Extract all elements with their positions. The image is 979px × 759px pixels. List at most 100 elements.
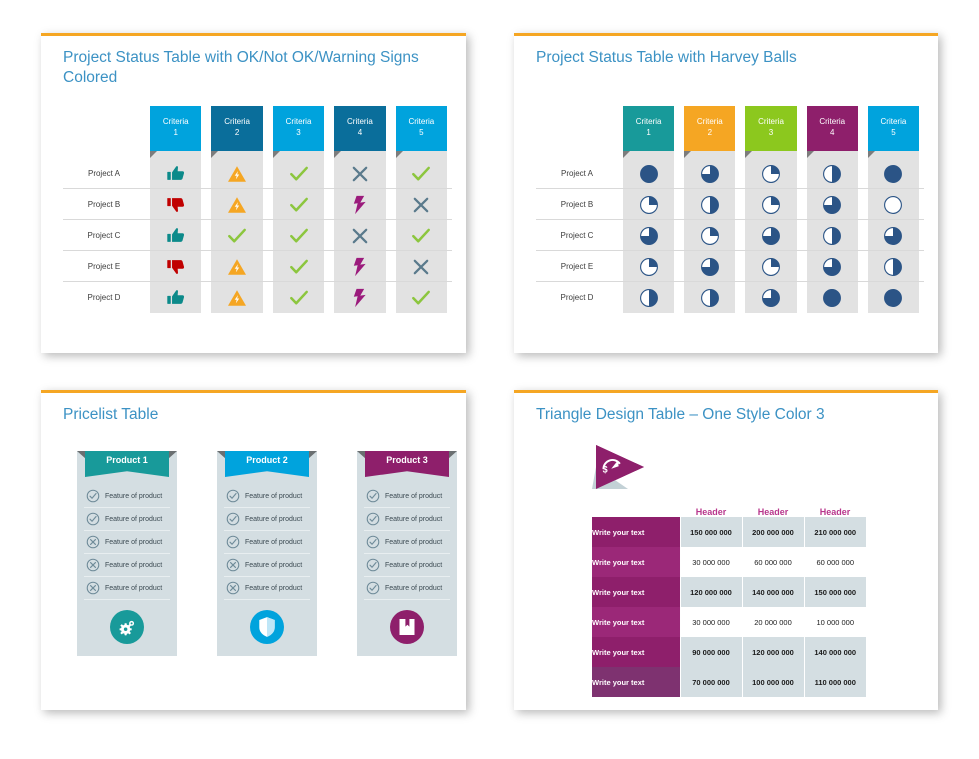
table-row[interactable]: Write your text 70 000 000 100 000 000 110 …: [592, 667, 866, 697]
table-cell[interactable]: [807, 220, 858, 251]
table-cell[interactable]: [334, 282, 385, 313]
data-cell[interactable]: 120 000 000: [741, 637, 804, 667]
data-cell[interactable]: 30 000 000: [679, 607, 742, 637]
table-cell[interactable]: [745, 251, 796, 282]
table-cell[interactable]: [684, 251, 735, 282]
table-row[interactable]: Write your text 30 000 000 20 000 000 10 00…: [592, 607, 866, 637]
criteria-header-3[interactable]: Criteria 3: [272, 106, 325, 158]
product-card[interactable]: Product 2 Feature of product Feature of …: [217, 451, 317, 656]
data-cell[interactable]: 140 000 000: [803, 637, 866, 667]
list-item[interactable]: Feature of product: [84, 554, 170, 577]
table-cell[interactable]: [868, 158, 919, 189]
product-card[interactable]: Product 1 Feature of product Feature of …: [77, 451, 177, 656]
table-row[interactable]: Write your text 150 000 000 200 000 000 210…: [592, 517, 866, 547]
list-item[interactable]: Feature of product: [364, 577, 450, 600]
table-cell[interactable]: [807, 251, 858, 282]
table-cell[interactable]: [684, 158, 735, 189]
table-cell[interactable]: [150, 282, 201, 313]
list-item[interactable]: Feature of product: [224, 577, 310, 600]
data-cell[interactable]: 110 000 000: [803, 667, 866, 697]
row-label-cell[interactable]: Write your text: [592, 517, 680, 547]
list-item[interactable]: Feature of product: [84, 531, 170, 554]
table-cell[interactable]: [211, 158, 262, 189]
list-item[interactable]: Feature of product: [364, 508, 450, 531]
row-label-cell[interactable]: Write your text: [592, 637, 680, 667]
table-cell[interactable]: [334, 158, 385, 189]
table-cell[interactable]: [684, 282, 735, 313]
table-cell[interactable]: [745, 189, 796, 220]
table-cell[interactable]: [211, 220, 262, 251]
list-item[interactable]: Feature of product: [84, 485, 170, 508]
criteria-header-5[interactable]: Criteria 5: [395, 106, 448, 158]
criteria-header-2[interactable]: Criteria 2: [211, 106, 263, 158]
product-card[interactable]: Product 3 Feature of product Feature of …: [357, 451, 457, 656]
list-item[interactable]: Feature of product: [364, 531, 450, 554]
data-cell[interactable]: 60 000 000: [741, 547, 804, 577]
table-cell[interactable]: [396, 282, 447, 313]
table-cell[interactable]: [623, 189, 674, 220]
list-item[interactable]: Feature of product: [224, 554, 310, 577]
table-cell[interactable]: [334, 220, 385, 251]
row-label-cell[interactable]: Write your text: [592, 607, 680, 637]
criteria-header-4[interactable]: Criteria 4: [806, 106, 858, 158]
data-cell[interactable]: 60 000 000: [803, 547, 866, 577]
list-item[interactable]: Feature of product: [364, 554, 450, 577]
table-cell[interactable]: [273, 220, 324, 251]
table-cell[interactable]: [623, 220, 674, 251]
table-cell[interactable]: [868, 189, 919, 220]
table-cell[interactable]: [623, 158, 674, 189]
row-label-cell[interactable]: Write your text: [592, 667, 680, 697]
table-cell[interactable]: [868, 251, 919, 282]
data-cell[interactable]: 210 000 000: [803, 517, 866, 547]
list-item[interactable]: Feature of product: [224, 508, 310, 531]
data-cell[interactable]: 30 000 000: [679, 547, 742, 577]
table-cell[interactable]: [868, 220, 919, 251]
criteria-header-1[interactable]: Criteria 1: [150, 106, 202, 158]
table-cell[interactable]: [684, 220, 735, 251]
table-row[interactable]: Write your text 120 000 000 140 000 000 150…: [592, 577, 866, 607]
criteria-header-5[interactable]: Criteria 5: [867, 106, 920, 158]
table-cell[interactable]: [211, 251, 262, 282]
row-label-cell[interactable]: Write your text: [592, 577, 680, 607]
data-cell[interactable]: 20 000 000: [741, 607, 804, 637]
table-cell[interactable]: [807, 158, 858, 189]
table-cell[interactable]: [150, 189, 201, 220]
row-label-cell[interactable]: Write your text: [592, 547, 680, 577]
data-cell[interactable]: 150 000 000: [679, 517, 742, 547]
product-badge[interactable]: [110, 610, 144, 644]
product-badge[interactable]: [390, 610, 424, 644]
table-cell[interactable]: [623, 251, 674, 282]
table-cell[interactable]: [150, 158, 201, 189]
table-row[interactable]: Write your text 90 000 000 120 000 000 140 …: [592, 637, 866, 667]
criteria-header-4[interactable]: Criteria 4: [334, 106, 386, 158]
list-item[interactable]: Feature of product: [224, 485, 310, 508]
data-cell[interactable]: 200 000 000: [741, 517, 804, 547]
data-cell[interactable]: 70 000 000: [679, 667, 742, 697]
data-cell[interactable]: 140 000 000: [741, 577, 804, 607]
table-cell[interactable]: [211, 189, 262, 220]
table-cell[interactable]: [150, 251, 201, 282]
data-cell[interactable]: 10 000 000: [803, 607, 866, 637]
table-cell[interactable]: [396, 189, 447, 220]
data-cell[interactable]: 90 000 000: [679, 637, 742, 667]
list-item[interactable]: Feature of product: [224, 531, 310, 554]
table-cell[interactable]: [273, 189, 324, 220]
data-cell[interactable]: 120 000 000: [679, 577, 742, 607]
table-cell[interactable]: [745, 282, 796, 313]
table-cell[interactable]: [868, 282, 919, 313]
list-item[interactable]: Feature of product: [84, 577, 170, 600]
table-cell[interactable]: [334, 189, 385, 220]
table-cell[interactable]: [623, 282, 674, 313]
table-cell[interactable]: [273, 251, 324, 282]
table-cell[interactable]: [150, 220, 201, 251]
table-cell[interactable]: [273, 158, 324, 189]
table-row[interactable]: Write your text 30 000 000 60 000 000 60 00…: [592, 547, 866, 577]
product-badge[interactable]: [250, 610, 284, 644]
criteria-header-1[interactable]: Criteria 1: [623, 106, 675, 158]
table-cell[interactable]: [396, 158, 447, 189]
criteria-header-3[interactable]: Criteria 3: [745, 106, 797, 158]
data-cell[interactable]: 100 000 000: [741, 667, 804, 697]
table-cell[interactable]: [396, 220, 447, 251]
list-item[interactable]: Feature of product: [364, 485, 450, 508]
table-cell[interactable]: [807, 282, 858, 313]
